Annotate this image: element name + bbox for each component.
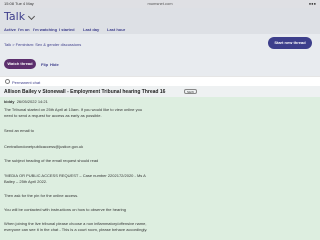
post-meta: kiddy 26/05/2022 14:21 [4,99,48,104]
post-line: everyone can see it in the chat - This i… [4,227,148,232]
permanent-chat-label[interactable]: Permanent chat [12,80,40,85]
talk-nav: Active I'm on I'm watching I started Las… [0,25,320,34]
start-new-thread-button[interactable]: Start new thread [268,37,312,49]
post-line: "MEDIA OR PUBLIC ACCESS REQUEST – Case n… [4,173,146,178]
nav-im-watching[interactable]: I'm watching [33,27,57,32]
site-logo[interactable]: Talk [4,10,25,23]
permanent-chat-row[interactable]: Permanent chat [0,76,320,86]
post-timestamp: 26/05/2022 14:21 [16,99,48,104]
post-line: When joining the live tribunal please ch… [4,221,147,226]
post-line: Then ask for the pin for the online acce… [4,193,79,198]
post-line: Bailey – 25th April 2022. [4,179,48,184]
post-author[interactable]: kiddy [4,99,14,104]
new-badge: NEW [184,89,197,94]
post-line: The Tribunal started on 25th April at 10… [4,107,143,112]
url-bar[interactable]: mumsnet.com [0,1,320,6]
thread-header: Allison Bailey v Stonewall - Employment … [0,86,320,97]
post-line: need to send a request for access as ear… [4,113,102,118]
hide-button[interactable]: Hide [50,62,59,67]
nav-im-on[interactable]: I'm on [18,27,30,32]
thread-title: Allison Bailey v Stonewall - Employment … [4,89,166,95]
chevron-down-icon[interactable] [27,12,36,21]
nav-i-started[interactable]: I started [59,27,75,32]
chat-icon [5,79,10,84]
battery-icon: ●●● [308,1,316,6]
post-line: You will be contacted with instructions … [4,207,126,212]
post: kiddy 26/05/2022 14:21 The Tribunal star… [0,97,320,240]
brand-bar: Talk [0,8,320,25]
nav-active[interactable]: Active [4,27,16,32]
flip-button[interactable]: Flip [41,62,48,67]
status-bar: 15:08 Tue 4 May mumsnet.com ●●● [0,0,320,8]
watch-thread-button[interactable]: Watch thread [4,59,36,69]
post-line: Send an email to [4,128,35,133]
breadcrumb[interactable]: Talk > Feminism: Sex & gender discussion… [4,42,81,47]
post-line: The subject heading of the email request… [4,158,99,163]
post-email[interactable]: Centrallondonetpublicaccess@justice.gov.… [4,144,83,149]
nav-last-day[interactable]: Last day [83,27,99,32]
thread-toolbar: Talk > Feminism: Sex & gender discussion… [0,34,320,76]
nav-last-hour[interactable]: Last hour [107,27,125,32]
